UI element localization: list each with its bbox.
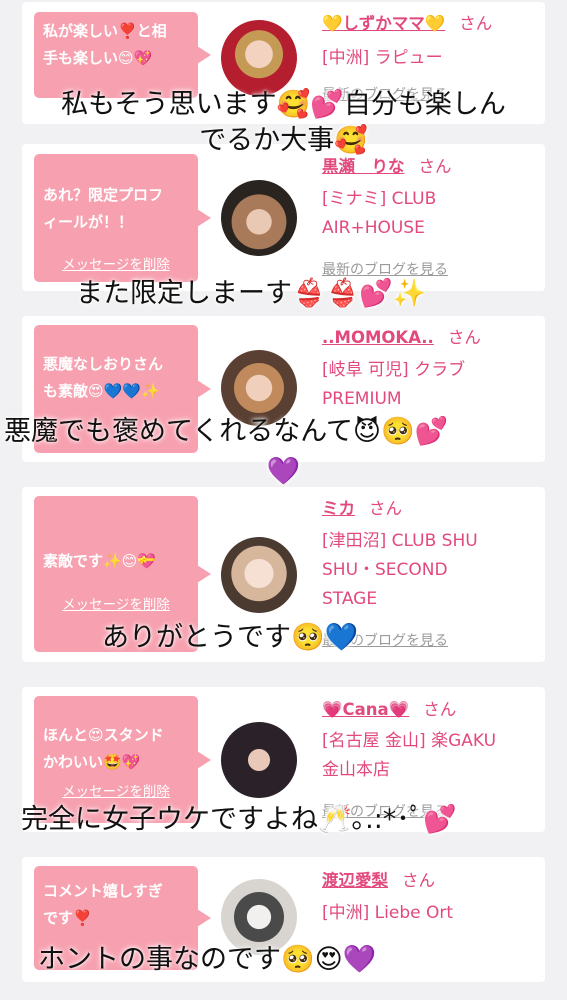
caption-text: 完全に女子ウケですよね🥂｡.:*･ﾟ💕 (21, 804, 457, 835)
message-text: 悪魔なしおりさん も素敵😍💙💙✨ (43, 355, 164, 400)
message-bubble: 私が楽しい❣️と相 手も楽しい😊💖 (34, 12, 211, 98)
latest-blog-link[interactable]: 最新のブログを見る (322, 259, 448, 279)
name-row: 💛しずかママ💛 さん (322, 13, 492, 35)
caption-text: 私もそう思います🥰💕自分も楽しん (61, 89, 506, 120)
name-row: 渡辺愛梨 さん (322, 870, 435, 892)
delete-message-link[interactable]: メッセージを削除 (34, 253, 198, 273)
cast-name-link[interactable]: 渡辺愛梨 (322, 871, 388, 890)
caption-text: ありがとうです🥺💙 (102, 622, 359, 653)
delete-message-link[interactable]: メッセージを削除 (34, 780, 198, 800)
caption-text: でるか大事🥰 (199, 125, 368, 156)
name-row: ミカ さん (322, 498, 402, 520)
caption-text: 💜 (266, 456, 301, 487)
message-text: あれ？限定プロフ ィールが！！ (43, 186, 164, 231)
cast-name-link[interactable]: 💗Cana💗 (322, 700, 409, 719)
cast-name-link[interactable]: 💛しずかママ💛 (322, 14, 445, 33)
delete-message-link[interactable]: メッセージを削除 (34, 593, 198, 613)
caption-text: また限定しまーす👙👙💕✨ (76, 278, 427, 309)
message-text: ほんと😍スタンド かわいい🤩💖 (43, 726, 164, 771)
honorific: さん (369, 499, 402, 518)
shop-name: [中洲] ラピュー (322, 48, 443, 68)
cast-name-link[interactable]: ミカ (322, 499, 355, 518)
honorific: さん (447, 328, 481, 347)
name-row: 黒瀬 りな さん (322, 156, 452, 178)
cast-name-link[interactable]: ..MOMOKA.. (322, 328, 434, 347)
honorific: さん (418, 157, 452, 176)
honorific: さん (402, 871, 435, 890)
shop-name: [中洲] Liebe Ort (322, 903, 454, 923)
avatar[interactable] (221, 20, 297, 96)
avatar[interactable] (221, 180, 297, 256)
message-text: 素敵です✨😊💝 (43, 552, 156, 570)
honorific: さん (459, 14, 493, 33)
cast-name-link[interactable]: 黒瀬 りな (322, 157, 405, 176)
avatar[interactable] (221, 537, 297, 613)
honorific: さん (423, 700, 457, 719)
shop-name: [岐阜 可児] クラブ PREMIUM (322, 360, 466, 409)
caption-text: ホントの事なのです🥺😍💜 (38, 944, 377, 975)
name-row: ..MOMOKA.. さん (322, 327, 481, 349)
message-text: 私が楽しい❣️と相 手も楽しい😊💖 (43, 22, 167, 67)
caption-text: 悪魔でも褒めてくれるなんて😈🥺💕 (4, 416, 449, 447)
shop-name: [名古屋 金山] 楽GAKU 金山本店 (322, 731, 497, 780)
comment-card: あれ？限定プロフ ィールが！！ メッセージを削除 黒瀬 りな さん [ミナミ] C… (22, 144, 545, 291)
message-bubble: あれ？限定プロフ ィールが！！ メッセージを削除 (34, 154, 211, 282)
shop-name: [津田沼] CLUB SHU SHU・SECOND STAGE (322, 531, 478, 609)
shop-name: [ミナミ] CLUB AIR+HOUSE (322, 189, 437, 238)
name-row: 💗Cana💗 さん (322, 699, 456, 721)
message-text: コメント嬉しすぎ です❣️ (43, 882, 163, 927)
avatar[interactable] (221, 722, 297, 798)
